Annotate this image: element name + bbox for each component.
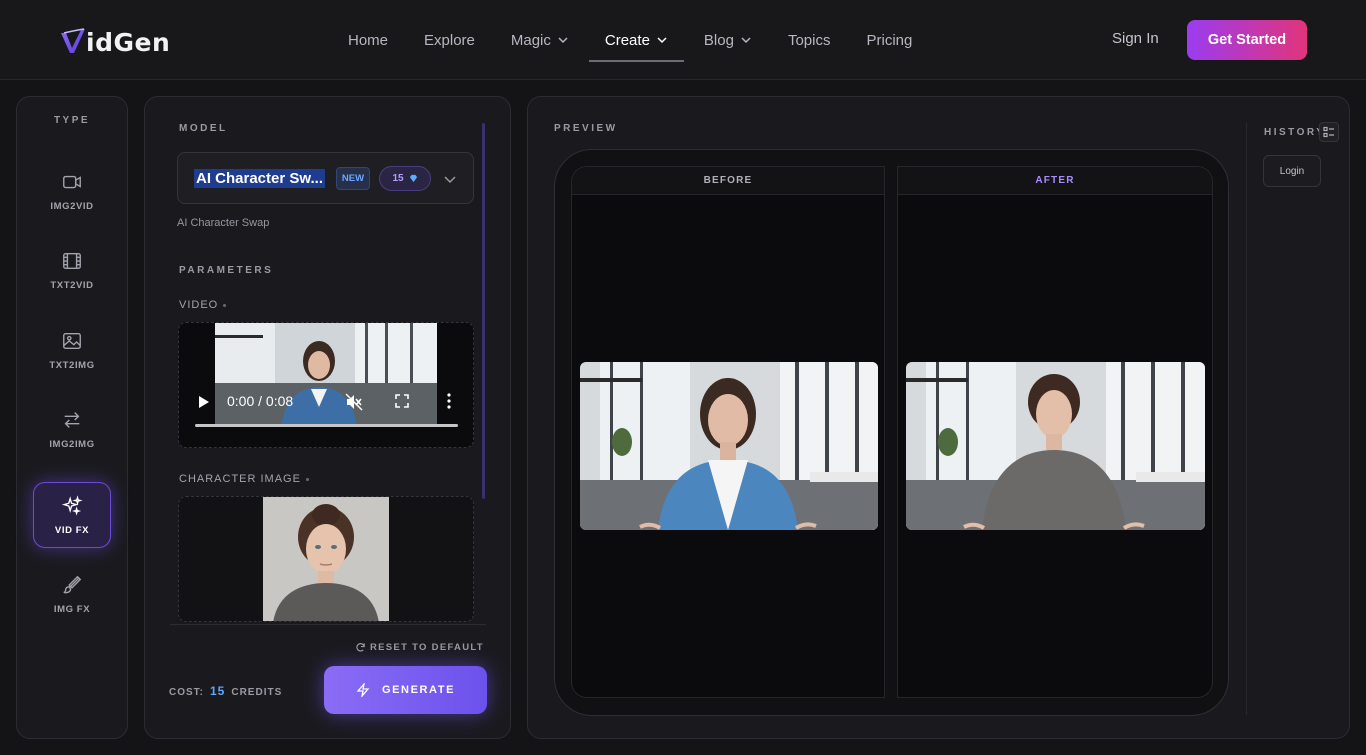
type-img2vid[interactable]: IMG2VID [33, 158, 111, 224]
nav-label: Create [604, 31, 650, 49]
cost-suffix: CREDITS [231, 687, 283, 698]
reset-label: RESET TO DEFAULT [370, 642, 484, 653]
character-image-preview [263, 497, 389, 621]
preview-panel: PREVIEW BEFORE AFTER HISTORY Login [527, 96, 1350, 739]
model-parameters-panel: MODEL AI Character Sw... NEW 15 AI Chara… [144, 96, 511, 739]
nav-magic[interactable]: Magic [511, 20, 569, 60]
before-header: BEFORE [572, 167, 884, 195]
type-label: VID FX [54, 524, 90, 536]
video-time: 0:00 / 0:08 [227, 393, 294, 409]
generate-button[interactable]: GENERATE [324, 666, 487, 714]
nav-label: Pricing [866, 31, 913, 49]
character-image-label-text: CHARACTER IMAGE [179, 473, 301, 485]
type-label: IMG2IMG [49, 438, 95, 450]
cost-value: 15 [210, 684, 226, 698]
refresh-icon [356, 643, 365, 652]
chevron-down-icon [741, 37, 751, 44]
credits-badge: 15 [379, 166, 431, 191]
before-video[interactable] [580, 362, 878, 530]
nav-pricing[interactable]: Pricing [866, 20, 912, 60]
type-label: IMG FX [53, 603, 91, 615]
type-label: TXT2VID [50, 279, 94, 291]
nav-label: Home [348, 31, 389, 49]
nav-create[interactable]: Create [588, 20, 684, 62]
image-icon [63, 332, 81, 349]
type-img-fx[interactable]: IMG FX [33, 561, 111, 627]
new-badge: NEW [336, 167, 370, 190]
gem-icon [409, 174, 417, 183]
nav-topics[interactable]: Topics [788, 20, 831, 60]
mute-icon[interactable] [345, 393, 363, 411]
type-vid-fx[interactable]: VID FX [33, 482, 111, 548]
history-login-button[interactable]: Login [1263, 155, 1321, 187]
required-dot [223, 303, 227, 307]
chevron-down-icon [444, 176, 456, 184]
video-controls: 0:00 / 0:08 [179, 385, 473, 447]
reset-to-default-button[interactable]: RESET TO DEFAULT [355, 642, 484, 653]
brush-icon [63, 575, 82, 593]
video-player[interactable]: 0:00 / 0:08 [178, 322, 474, 448]
character-image-upload[interactable] [178, 496, 474, 622]
video-field-label: VIDEO [179, 299, 227, 311]
after-header: AFTER [898, 167, 1212, 195]
nav-label: Blog [703, 31, 734, 49]
top-navbar: idGen Home Explore Magic Create Blog Top… [0, 0, 1366, 80]
after-video[interactable] [906, 362, 1205, 530]
nav-label: Magic [510, 31, 551, 49]
swap-arrows-icon [64, 411, 80, 428]
parameters-label: PARAMETERS [179, 265, 274, 276]
logo-v-icon [61, 28, 85, 53]
character-image-field-label: CHARACTER IMAGE [179, 473, 309, 485]
model-label: MODEL [179, 123, 228, 134]
footer-divider [170, 624, 486, 625]
video-camera-icon [63, 175, 81, 188]
type-img2img[interactable]: IMG2IMG [33, 396, 111, 462]
cost-display: COST: 15 CREDITS [169, 684, 282, 698]
logo-text: idGen [86, 27, 171, 57]
model-select[interactable]: AI Character Sw... NEW 15 [177, 152, 474, 204]
fullscreen-icon[interactable] [395, 394, 409, 408]
type-panel: TYPE IMG2VID TXT2VID TXT2IMG IMG2IMG VID… [16, 96, 128, 739]
cost-prefix: COST: [169, 687, 204, 698]
type-txt2vid[interactable]: TXT2VID [33, 237, 111, 303]
history-list-icon[interactable] [1319, 122, 1339, 142]
video-progress-bar[interactable] [195, 424, 458, 427]
nav-home[interactable]: Home [348, 20, 388, 60]
sign-in-link[interactable]: Sign In [1112, 30, 1159, 47]
nav-explore[interactable]: Explore [424, 20, 475, 60]
nav-blog[interactable]: Blog [704, 20, 752, 60]
play-icon[interactable] [198, 395, 210, 409]
model-description: AI Character Swap [177, 217, 270, 229]
video-label-text: VIDEO [179, 299, 219, 311]
nav-label: Topics [787, 31, 831, 49]
main-nav: Home Explore Magic Create Blog Topics Pr… [330, 0, 930, 80]
type-label: TXT2IMG [49, 359, 95, 371]
type-title: TYPE [53, 115, 91, 126]
type-label: IMG2VID [50, 200, 94, 212]
nav-label: Explore [424, 31, 475, 49]
vidgen-logo[interactable]: idGen [58, 24, 170, 60]
after-column: AFTER [897, 166, 1213, 698]
chevron-down-icon [558, 37, 568, 44]
more-options-icon[interactable] [447, 393, 451, 409]
panel-scrollbar[interactable] [482, 123, 485, 499]
film-icon [63, 252, 81, 269]
required-dot [305, 477, 309, 481]
type-txt2img[interactable]: TXT2IMG [33, 317, 111, 383]
before-column: BEFORE [571, 166, 885, 698]
sparkles-icon [61, 494, 83, 516]
lightning-icon [356, 683, 370, 697]
model-name: AI Character Sw... [194, 169, 325, 188]
chevron-down-icon [657, 37, 667, 44]
preview-label: PREVIEW [554, 123, 618, 134]
generate-label: GENERATE [381, 684, 456, 696]
credits-badge-value: 15 [392, 173, 404, 184]
history-divider [1246, 123, 1247, 715]
get-started-button[interactable]: Get Started [1187, 20, 1307, 60]
preview-frame: BEFORE AFTER [554, 149, 1229, 716]
history-label: HISTORY [1264, 127, 1326, 138]
